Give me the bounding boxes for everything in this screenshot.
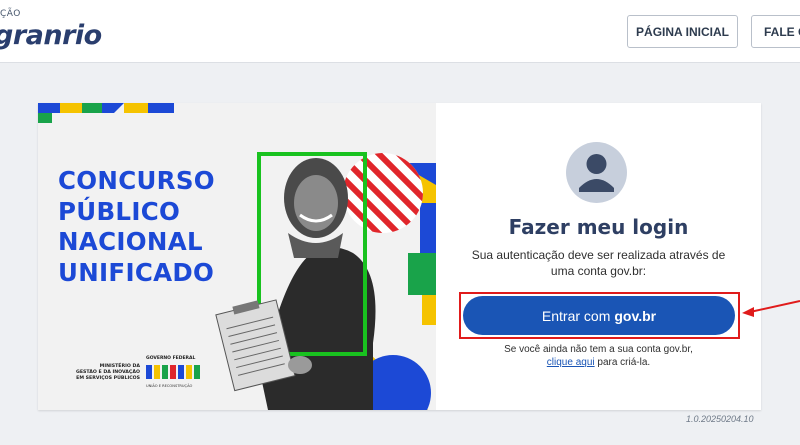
contact-button[interactable]: FALE CONOSCO <box>751 15 800 48</box>
login-description: Sua autenticação deve ser realizada atra… <box>471 248 726 278</box>
home-button[interactable]: PÁGINA INICIAL <box>627 15 738 48</box>
ministry-credit: MINISTÉRIO DA GESTÃO E DA INOVAÇÃO EM SE… <box>60 364 140 382</box>
signup-link[interactable]: clique aqui <box>547 357 595 368</box>
govbr-button-brand: gov.br <box>614 307 657 324</box>
top-header: ÇÃO granrio PÁGINA INICIAL FALE CONOSCO <box>0 0 800 63</box>
banner-title-line: UNIFICADO <box>58 257 215 287</box>
banner-title-line: NACIONAL <box>58 227 203 256</box>
gov-label: GOVERNO FEDERAL <box>146 356 196 361</box>
brand-logo[interactable]: granrio <box>0 20 102 51</box>
signup-text: Se você ainda não tem a sua conta gov.br… <box>504 344 693 355</box>
banner-title: CONCURSO PÚBLICO NACIONAL UNIFICADO <box>58 166 258 288</box>
gov-subtitle: UNIÃO E RECONSTRUÇÃO <box>146 384 193 388</box>
user-avatar-icon <box>566 142 627 203</box>
govbr-login-button[interactable]: Entrar com gov.br <box>463 296 735 335</box>
brand-caption: ÇÃO <box>0 9 21 19</box>
signup-note: Se você ainda não tem a sua conta gov.br… <box>436 343 761 369</box>
version-label: 1.0.20250204.10 <box>686 414 754 424</box>
login-title: Fazer meu login <box>508 215 689 239</box>
banner-title-line: CONCURSO <box>58 166 215 195</box>
ministry-line: EM SERVIÇOS PÚBLICOS <box>76 376 140 381</box>
govbr-button-prefix: Entrar com <box>541 307 611 324</box>
signup-suffix: para criá-la. <box>597 357 651 368</box>
login-card: CONCURSO PÚBLICO NACIONAL UNIFICADO MINI… <box>38 103 761 410</box>
login-panel: Fazer meu login Sua autenticação deve se… <box>436 103 761 410</box>
pointer-arrow-icon <box>742 300 800 317</box>
banner-title-line: PÚBLICO <box>58 196 181 226</box>
cnu-banner: CONCURSO PÚBLICO NACIONAL UNIFICADO MINI… <box>38 103 436 410</box>
